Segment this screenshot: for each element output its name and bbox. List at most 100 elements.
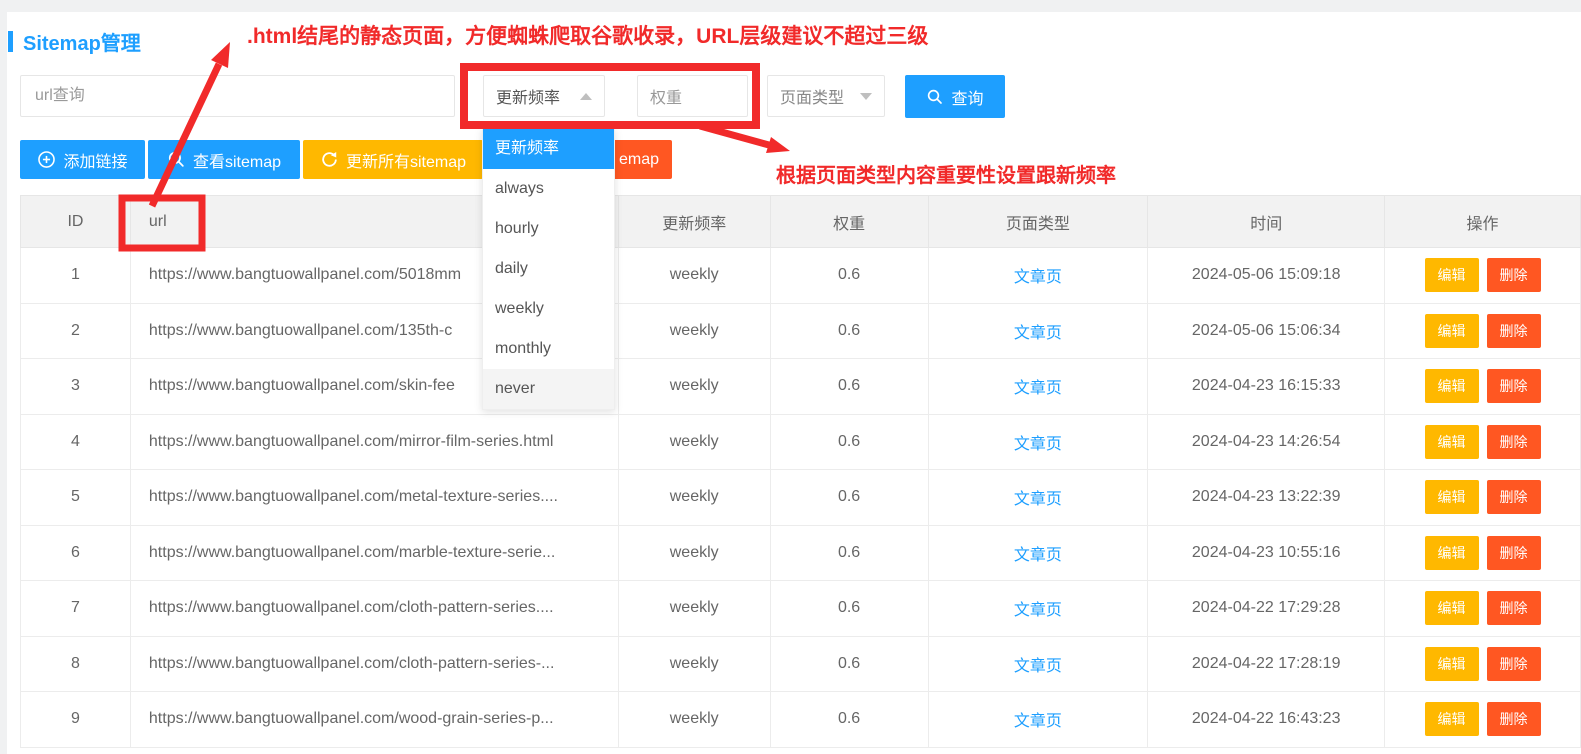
cell-weight: 0.6	[770, 636, 928, 692]
cell-time: 2024-04-23 13:22:39	[1148, 470, 1385, 526]
cell-page-type: 文章页	[928, 692, 1148, 748]
cell-url: https://www.bangtuowallpanel.com/mirror-…	[130, 414, 618, 470]
cell-id: 1	[21, 248, 131, 304]
frequency-select[interactable]: 更新频率	[483, 75, 605, 117]
edit-button[interactable]: 编辑	[1425, 536, 1479, 570]
cell-weight: 0.6	[770, 248, 928, 304]
column-header-weight: 权重	[770, 196, 928, 248]
dropdown-option[interactable]: monthly	[483, 329, 614, 369]
dropdown-option[interactable]: 更新频率	[483, 129, 614, 169]
delete-button[interactable]: 删除	[1487, 480, 1541, 514]
cell-frequency: weekly	[618, 359, 770, 415]
dropdown-option[interactable]: always	[483, 169, 614, 209]
delete-button[interactable]: 删除	[1487, 369, 1541, 403]
edit-button[interactable]: 编辑	[1425, 702, 1479, 736]
column-header-time: 时间	[1148, 196, 1385, 248]
cell-weight: 0.6	[770, 692, 928, 748]
delete-button[interactable]: 删除	[1487, 702, 1541, 736]
dropdown-option[interactable]: hourly	[483, 209, 614, 249]
query-button[interactable]: 查询	[905, 75, 1005, 118]
table-row: 6https://www.bangtuowallpanel.com/marble…	[21, 525, 1581, 581]
cell-time: 2024-05-06 15:09:18	[1148, 248, 1385, 304]
window-top-edge	[0, 0, 1581, 12]
edit-button[interactable]: 编辑	[1425, 647, 1479, 681]
cell-time: 2024-04-23 10:55:16	[1148, 525, 1385, 581]
edit-button[interactable]: 编辑	[1425, 480, 1479, 514]
table-row: 9https://www.bangtuowallpanel.com/wood-g…	[21, 692, 1581, 748]
weight-select-value: 权重	[650, 84, 682, 108]
delete-button[interactable]: 删除	[1487, 647, 1541, 681]
page-header: Sitemap管理	[8, 27, 141, 56]
edit-button[interactable]: 编辑	[1425, 258, 1479, 292]
view-sitemap-button[interactable]: 查看sitemap	[148, 140, 300, 179]
cell-frequency: weekly	[618, 692, 770, 748]
delete-button[interactable]: 删除	[1487, 425, 1541, 459]
delete-button[interactable]: 删除	[1487, 258, 1541, 292]
cell-id: 7	[21, 581, 131, 637]
cell-page-type: 文章页	[928, 581, 1148, 637]
cell-weight: 0.6	[770, 359, 928, 415]
cell-actions: 编辑删除	[1385, 636, 1581, 692]
cell-id: 4	[21, 414, 131, 470]
page-type-link[interactable]: 文章页	[1014, 658, 1062, 675]
dropdown-option[interactable]: weekly	[483, 289, 614, 329]
cell-time: 2024-04-23 14:26:54	[1148, 414, 1385, 470]
page-type-link[interactable]: 文章页	[1014, 380, 1062, 397]
edit-button[interactable]: 编辑	[1425, 314, 1479, 348]
table-row: 8https://www.bangtuowallpanel.com/cloth-…	[21, 636, 1581, 692]
cell-url: https://www.bangtuowallpanel.com/wood-gr…	[130, 692, 618, 748]
edit-button[interactable]: 编辑	[1425, 425, 1479, 459]
chevron-down-icon	[860, 93, 872, 100]
window-left-edge	[0, 0, 7, 754]
page-type-link[interactable]: 文章页	[1014, 547, 1062, 564]
page-type-link[interactable]: 文章页	[1014, 269, 1062, 286]
toolbar: 添加链接 查看sitemap 更新所有sitemap	[20, 140, 483, 179]
column-header-id: ID	[21, 196, 131, 248]
dropdown-option[interactable]: never	[483, 369, 614, 409]
edit-button[interactable]: 编辑	[1425, 591, 1479, 625]
delete-button[interactable]: 删除	[1487, 536, 1541, 570]
frequency-select-value: 更新频率	[496, 84, 560, 108]
cell-weight: 0.6	[770, 414, 928, 470]
column-header-actions: 操作	[1385, 196, 1581, 248]
dropdown-option[interactable]: daily	[483, 249, 614, 289]
page-type-link[interactable]: 文章页	[1014, 436, 1062, 453]
cell-id: 8	[21, 636, 131, 692]
cell-page-type: 文章页	[928, 414, 1148, 470]
cell-time: 2024-04-22 17:29:28	[1148, 581, 1385, 637]
weight-select[interactable]: 权重	[637, 75, 748, 117]
cell-page-type: 文章页	[928, 248, 1148, 304]
page-title: Sitemap管理	[23, 27, 141, 56]
refresh-icon	[320, 150, 339, 169]
add-link-button[interactable]: 添加链接	[20, 140, 145, 179]
cell-page-type: 文章页	[928, 303, 1148, 359]
delete-button[interactable]: 删除	[1487, 591, 1541, 625]
cell-id: 5	[21, 470, 131, 526]
cell-frequency: weekly	[618, 414, 770, 470]
table-row: 5https://www.bangtuowallpanel.com/metal-…	[21, 470, 1581, 526]
update-all-sitemap-button[interactable]: 更新所有sitemap	[303, 140, 483, 179]
cell-frequency: weekly	[618, 470, 770, 526]
edit-button[interactable]: 编辑	[1425, 369, 1479, 403]
cell-frequency: weekly	[618, 525, 770, 581]
sitemap-table: ID url 更新频率 权重 页面类型 时间 操作 1 https://www.b…	[20, 195, 1581, 748]
cell-time: 2024-04-23 16:15:33	[1148, 359, 1385, 415]
view-sitemap-label: 查看sitemap	[193, 148, 281, 172]
cell-url: https://www.bangtuowallpanel.com/metal-t…	[130, 470, 618, 526]
url-search-input[interactable]	[20, 75, 455, 117]
page-type-link[interactable]: 文章页	[1014, 325, 1062, 342]
page-type-link[interactable]: 文章页	[1014, 602, 1062, 619]
cell-time: 2024-05-06 15:06:34	[1148, 303, 1385, 359]
annotation-right-note: 根据页面类型内容重要性设置跟新频率	[776, 159, 1116, 188]
column-header-page-type: 页面类型	[928, 196, 1148, 248]
page-type-link[interactable]: 文章页	[1014, 491, 1062, 508]
table-header-row: ID url 更新频率 权重 页面类型 时间 操作	[21, 196, 1581, 248]
search-icon	[926, 88, 944, 106]
cell-actions: 编辑删除	[1385, 303, 1581, 359]
title-accent-bar	[8, 31, 13, 52]
cell-weight: 0.6	[770, 581, 928, 637]
delete-button[interactable]: 删除	[1487, 314, 1541, 348]
page-type-link[interactable]: 文章页	[1014, 713, 1062, 730]
page-type-select[interactable]: 页面类型	[767, 75, 885, 117]
table-row: 2https://www.bangtuowallpanel.com/135th-…	[21, 303, 1581, 359]
